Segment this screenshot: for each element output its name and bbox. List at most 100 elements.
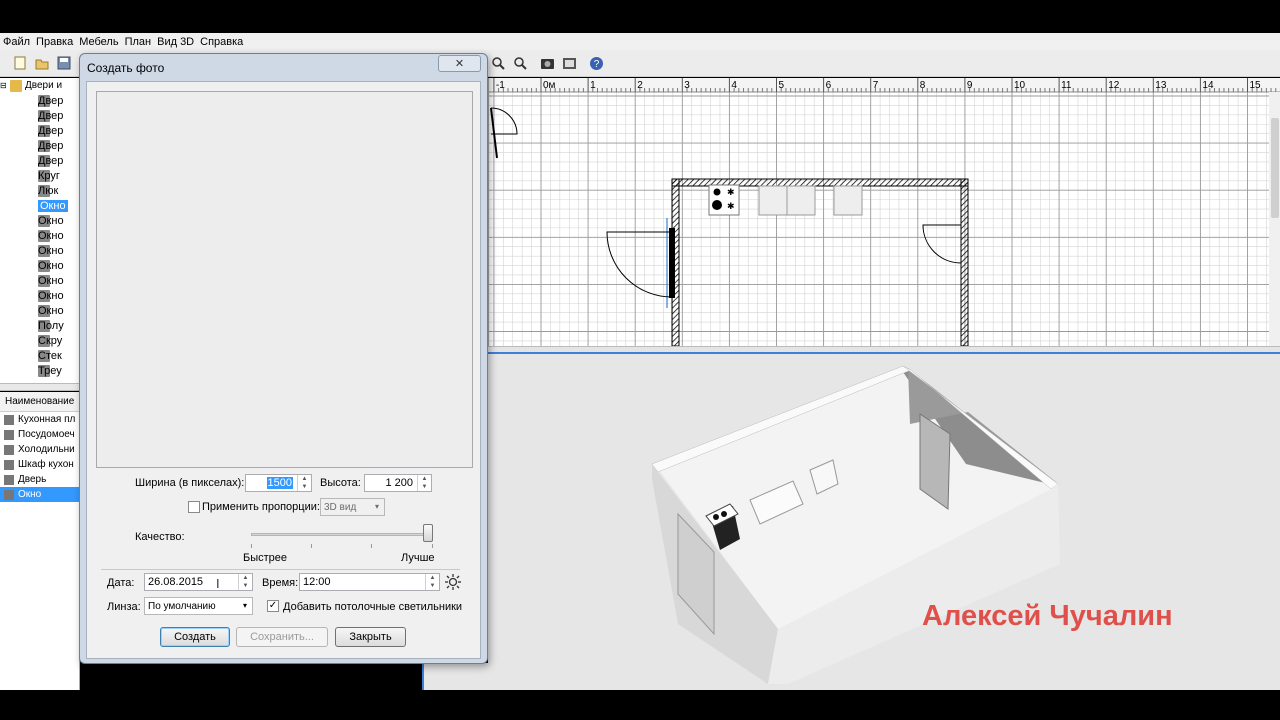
slider-tick	[311, 544, 312, 548]
width-value[interactable]: 1500	[266, 477, 293, 489]
catalog-item-label: Окно	[38, 289, 64, 302]
catalog-item[interactable]: Двер	[0, 123, 79, 138]
furniture-row[interactable]: Кухонная пл	[0, 412, 79, 427]
plan-view[interactable]: -1 0м 1 2 3 4 5 6 7 8 9 10 11 12 13 14 15 ✱ ✱	[488, 78, 1280, 346]
catalog-item[interactable]: Двер	[0, 93, 79, 108]
help-icon[interactable]: ?	[588, 55, 604, 71]
cabinet-icon	[4, 459, 14, 470]
ruler-label: 11	[1061, 80, 1072, 91]
catalog-item[interactable]: Двер	[0, 138, 79, 153]
date-field[interactable]: 26.08.2015 I ▲ ▼	[144, 573, 253, 591]
proportions-checkbox[interactable]	[188, 501, 200, 513]
quality-slider[interactable]	[251, 524, 433, 554]
catalog-item[interactable]: Окно	[0, 228, 79, 243]
new-file-icon[interactable]	[12, 55, 28, 71]
catalog-item[interactable]: Двер	[0, 108, 79, 123]
column-header-name[interactable]: Наименование	[0, 392, 79, 412]
chevron-down-icon: ▾	[242, 601, 247, 610]
ceiling-lights-checkbox[interactable]: ✓	[267, 600, 279, 612]
slider-thumb[interactable]	[423, 524, 433, 542]
top-letterbox	[0, 0, 1280, 33]
catalog-item[interactable]: Окно	[0, 273, 79, 288]
menu-help[interactable]: Справка	[200, 36, 243, 48]
3d-view[interactable]	[488, 354, 1280, 690]
catalog-item[interactable]: Окно	[0, 243, 79, 258]
furniture-row-label: Окно	[18, 489, 42, 500]
lens-label: Линза:	[107, 601, 141, 613]
furniture-row-label: Холодильни	[18, 444, 75, 455]
zoom-in-icon[interactable]	[490, 55, 506, 71]
date-spinner-arrows[interactable]: ▲ ▼	[238, 574, 252, 590]
catalog-item-label: Треу	[38, 364, 62, 377]
door-swing	[490, 107, 518, 135]
catalog-item-label: Круг	[38, 169, 60, 182]
save-icon[interactable]	[56, 55, 72, 71]
width-spinner-arrows[interactable]: ▲ ▼	[297, 475, 311, 491]
menu-bar: Файл Правка Мебель План Вид 3D Справка	[0, 33, 1280, 50]
furniture-row[interactable]: Дверь	[0, 472, 79, 487]
menu-edit[interactable]: Правка	[36, 36, 73, 48]
menu-plan[interactable]: План	[125, 36, 152, 48]
close-button[interactable]: Закрыть	[335, 627, 406, 647]
ruler-label: 15	[1250, 80, 1262, 91]
menu-file[interactable]: Файл	[3, 36, 30, 48]
time-field[interactable]: 12:00 ▲ ▼	[299, 573, 440, 591]
3d-room-render[interactable]	[488, 354, 1280, 690]
height-spinner-arrows[interactable]: ▲ ▼	[417, 475, 431, 491]
plan-canvas[interactable]: -1 0м 1 2 3 4 5 6 7 8 9 10 11 12 13 14 15✱✱	[489, 78, 1280, 346]
furniture-row[interactable]: Холодильни	[0, 442, 79, 457]
catalog-item-label: Окно	[38, 274, 64, 287]
ruler-label: 4	[731, 80, 737, 91]
catalog-item[interactable]: Окно	[0, 303, 79, 318]
catalog-item-label: Двер	[38, 109, 64, 122]
3d-view-edge	[422, 663, 488, 690]
catalog-category[interactable]: ⊟ Двери и	[0, 78, 79, 93]
furniture-row[interactable]: Посудомоеч	[0, 427, 79, 442]
catalog-item-label: Стек	[38, 349, 62, 362]
create-photo-icon[interactable]	[539, 55, 555, 71]
width-spinner[interactable]: 1500 ▲ ▼	[245, 474, 312, 492]
catalog-item[interactable]: Окно	[0, 198, 79, 213]
sun-icon[interactable]	[445, 574, 461, 590]
catalog-item[interactable]: Окно	[0, 258, 79, 273]
catalog-item-label: Двер	[38, 139, 64, 152]
catalog-item[interactable]: Окно	[0, 213, 79, 228]
window-icon	[4, 489, 14, 500]
date-label: Дата:	[107, 577, 135, 589]
catalog-item[interactable]: Треу	[0, 363, 79, 378]
dialog-close-button[interactable]: ✕	[438, 55, 481, 72]
zoom-out-icon[interactable]	[512, 55, 528, 71]
furniture-row[interactable]: Окно	[0, 487, 79, 502]
time-spinner-arrows[interactable]: ▲ ▼	[425, 574, 439, 590]
catalog-item[interactable]: Люк	[0, 183, 79, 198]
furniture-row[interactable]: Шкаф кухон	[0, 457, 79, 472]
height-value[interactable]: 1 200	[385, 477, 413, 489]
proportions-label: Применить пропорции:	[202, 501, 320, 513]
menu-view3d[interactable]: Вид 3D	[157, 36, 194, 48]
height-spinner[interactable]: 1 200 ▲ ▼	[364, 474, 432, 492]
catalog-item[interactable]: Двер	[0, 153, 79, 168]
catalog-item[interactable]: Скру	[0, 333, 79, 348]
create-video-icon[interactable]	[561, 55, 577, 71]
text-cursor-icon: I	[216, 576, 220, 591]
catalog-item[interactable]: Полу	[0, 318, 79, 333]
create-button[interactable]: Создать	[160, 627, 230, 647]
ruler-label: 1	[590, 80, 596, 91]
save-button[interactable]: Сохранить...	[236, 627, 328, 647]
catalog-item[interactable]: Стек	[0, 348, 79, 363]
catalog-item[interactable]: Круг	[0, 168, 79, 183]
height-label: Высота:	[320, 477, 361, 489]
catalog-item-label: Окно	[38, 244, 64, 257]
window-selected	[669, 228, 675, 298]
proportions-select[interactable]: 3D вид ▾	[320, 498, 385, 516]
catalog-item[interactable]: Окно	[0, 288, 79, 303]
open-folder-icon[interactable]	[34, 55, 50, 71]
plan-3d-splitter[interactable]	[488, 346, 1280, 354]
left-splitter[interactable]	[0, 383, 80, 391]
furniture-row-label: Дверь	[18, 474, 47, 485]
ruler-label: 8	[920, 80, 926, 91]
menu-furniture[interactable]: Мебель	[79, 36, 118, 48]
lens-select[interactable]: По умолчанию ▾	[144, 597, 253, 615]
furniture-catalog-tree: ⊟ Двери и Двер Двер Двер Двер Двер Круг Люк Окн…	[0, 78, 80, 383]
chevron-down-icon: ▾	[374, 502, 379, 511]
